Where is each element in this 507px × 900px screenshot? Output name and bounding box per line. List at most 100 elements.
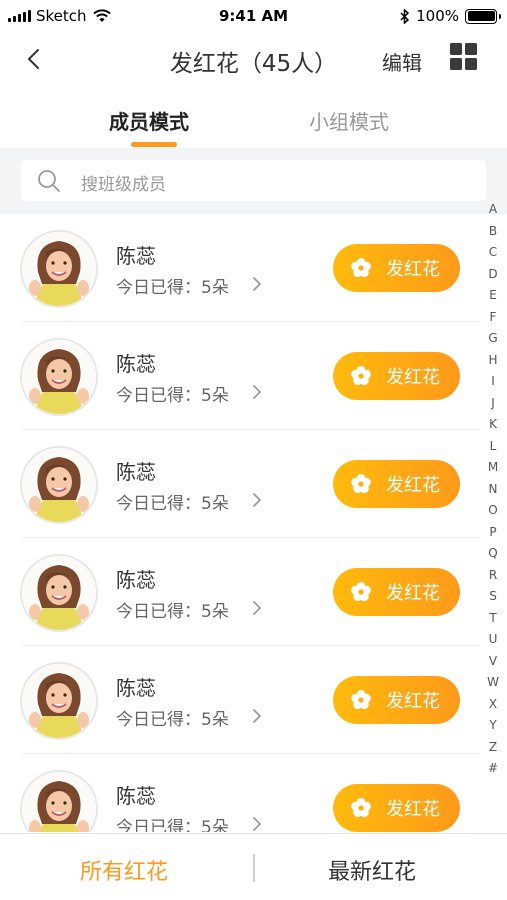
flower-icon — [351, 474, 371, 494]
index-letter[interactable]: R — [483, 568, 503, 582]
index-letter[interactable]: U — [483, 632, 503, 646]
member-list: 陈蕊 今日已得：5朵 发红花 陈蕊 今日已得：5朵 发红花 陈蕊 今日已得：5朵… — [0, 214, 507, 832]
index-letter[interactable]: O — [483, 503, 503, 517]
battery-icon — [465, 8, 501, 24]
edit-button[interactable]: 编辑 — [382, 47, 422, 76]
send-flower-button[interactable]: 发红花 — [333, 352, 460, 400]
member-name: 陈蕊 — [116, 460, 156, 484]
send-flower-button[interactable]: 发红花 — [333, 460, 460, 508]
chevron-right-icon[interactable] — [251, 599, 263, 617]
index-letter[interactable]: G — [483, 331, 503, 345]
flower-icon — [351, 258, 371, 278]
send-flower-button[interactable]: 发红花 — [333, 676, 460, 724]
search-icon — [38, 170, 60, 192]
index-letter[interactable]: H — [483, 353, 503, 367]
flower-icon — [351, 798, 371, 818]
index-letter[interactable]: X — [483, 697, 503, 711]
send-flower-label: 发红花 — [386, 367, 440, 388]
tab-all-flowers[interactable]: 所有红花 — [80, 854, 168, 886]
today-count: 今日已得：5朵 — [116, 818, 229, 832]
avatar-image — [22, 232, 96, 306]
list-item: 陈蕊 今日已得：5朵 发红花 — [0, 322, 480, 430]
mode-tabs: 成员模式 小组模式 — [0, 92, 507, 148]
send-flower-label: 发红花 — [386, 475, 440, 496]
member-name: 陈蕊 — [116, 568, 156, 592]
avatar[interactable] — [20, 230, 98, 308]
flower-icon — [351, 366, 371, 386]
status-right: 100% — [400, 7, 501, 25]
today-count: 今日已得：5朵 — [116, 602, 229, 622]
index-letter[interactable]: I — [483, 374, 503, 388]
index-letter[interactable]: W — [483, 675, 503, 689]
tab-latest-flowers[interactable]: 最新红花 — [328, 854, 416, 886]
index-letter[interactable]: V — [483, 654, 503, 668]
chevron-right-icon[interactable] — [251, 383, 263, 401]
chevron-right-icon[interactable] — [251, 275, 263, 293]
search-area: 搜班级成员 — [0, 148, 507, 214]
index-letter[interactable]: J — [483, 396, 503, 410]
member-name: 陈蕊 — [116, 352, 156, 376]
page-title: 发红花（45人） — [169, 51, 338, 77]
avatar[interactable] — [20, 770, 98, 832]
bluetooth-icon — [400, 8, 410, 24]
send-flower-button[interactable]: 发红花 — [333, 244, 460, 292]
chevron-right-icon[interactable] — [251, 491, 263, 509]
send-flower-button[interactable]: 发红花 — [333, 784, 460, 832]
index-letter[interactable]: Z — [483, 740, 503, 754]
index-letter[interactable]: B — [483, 224, 503, 238]
search-input[interactable]: 搜班级成员 — [21, 160, 486, 201]
index-letter[interactable]: A — [483, 202, 503, 216]
today-count: 今日已得：5朵 — [116, 494, 229, 514]
send-flower-button[interactable]: 发红花 — [333, 568, 460, 616]
index-letter[interactable]: K — [483, 417, 503, 431]
member-name: 陈蕊 — [116, 784, 156, 808]
nav-bar: 发红花（45人） 编辑 — [0, 34, 507, 86]
index-letter[interactable]: T — [483, 611, 503, 625]
index-letter[interactable]: N — [483, 482, 503, 496]
index-letter[interactable]: Y — [483, 718, 503, 732]
chevron-right-icon[interactable] — [251, 707, 263, 725]
index-letter[interactable]: S — [483, 589, 503, 603]
avatar[interactable] — [20, 446, 98, 524]
flower-icon — [351, 690, 371, 710]
index-letter[interactable]: C — [483, 245, 503, 259]
tab-member-mode[interactable]: 成员模式 — [109, 106, 189, 135]
index-letter[interactable]: # — [483, 761, 503, 775]
index-letter[interactable]: Q — [483, 546, 503, 560]
index-letter[interactable]: E — [483, 288, 503, 302]
avatar[interactable] — [20, 338, 98, 416]
flower-icon — [351, 582, 371, 602]
status-bar: Sketch 9:41 AM 100% — [0, 0, 507, 32]
list-item: 陈蕊 今日已得：5朵 发红花 — [0, 754, 480, 832]
today-count: 今日已得：5朵 — [116, 386, 229, 406]
index-letter[interactable]: L — [483, 439, 503, 453]
list-item: 陈蕊 今日已得：5朵 发红花 — [0, 214, 480, 322]
avatar[interactable] — [20, 554, 98, 632]
avatar-image — [22, 448, 96, 522]
index-letter[interactable]: M — [483, 460, 503, 474]
list-item: 陈蕊 今日已得：5朵 发红花 — [0, 538, 480, 646]
tab-group-mode[interactable]: 小组模式 — [309, 106, 389, 135]
avatar-image — [22, 556, 96, 630]
avatar[interactable] — [20, 662, 98, 740]
send-flower-label: 发红花 — [386, 583, 440, 604]
divider — [253, 854, 255, 882]
member-name: 陈蕊 — [116, 244, 156, 268]
tab-indicator — [131, 142, 177, 147]
avatar-image — [22, 772, 96, 832]
avatar-image — [22, 664, 96, 738]
grid-icon[interactable] — [450, 43, 477, 70]
search-placeholder: 搜班级成员 — [81, 175, 166, 195]
list-item: 陈蕊 今日已得：5朵 发红花 — [0, 646, 480, 754]
index-letter[interactable]: D — [483, 267, 503, 281]
bottom-tab-bar: 所有红花 最新红花 — [0, 833, 507, 900]
index-letter[interactable]: P — [483, 525, 503, 539]
send-flower-label: 发红花 — [386, 799, 440, 820]
chevron-right-icon[interactable] — [251, 815, 263, 832]
battery-percent: 100% — [416, 7, 459, 25]
index-letter[interactable]: F — [483, 310, 503, 324]
send-flower-label: 发红花 — [386, 691, 440, 712]
avatar-image — [22, 340, 96, 414]
list-item: 陈蕊 今日已得：5朵 发红花 — [0, 430, 480, 538]
today-count: 今日已得：5朵 — [116, 710, 229, 730]
